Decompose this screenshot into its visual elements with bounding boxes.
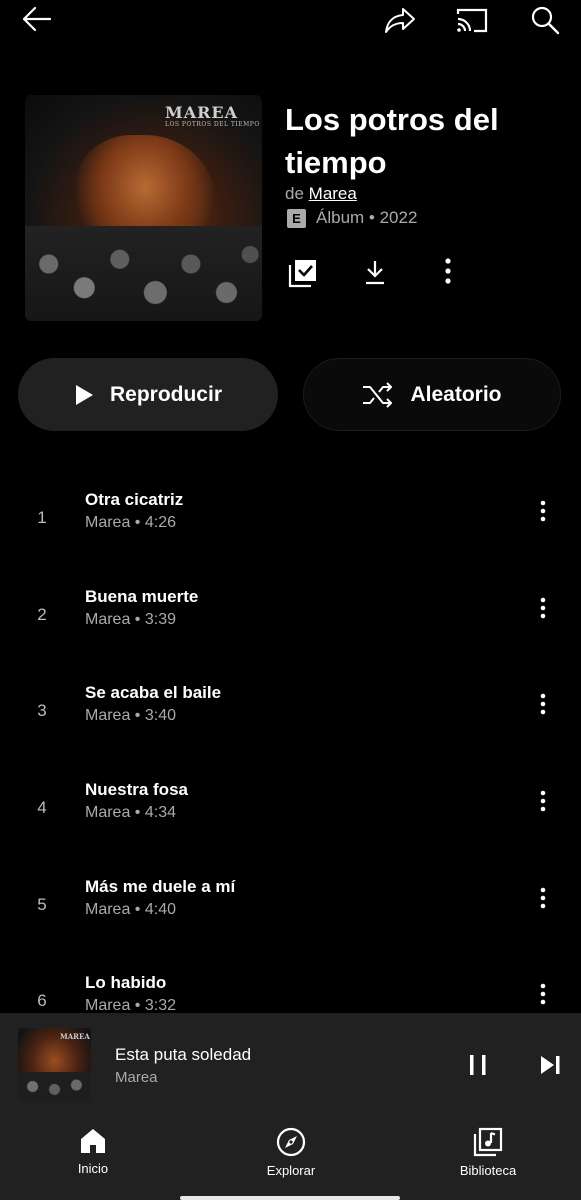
search-button[interactable] xyxy=(528,4,562,36)
more-vertical-icon xyxy=(540,597,546,619)
library-check-icon xyxy=(288,260,316,288)
home-indicator[interactable] xyxy=(180,1196,400,1200)
album-title: Los potros del tiempo xyxy=(285,102,499,180)
arrow-left-icon xyxy=(22,6,52,32)
compass-icon xyxy=(276,1127,306,1157)
track-number: 1 xyxy=(37,508,47,527)
track-title: Lo habido xyxy=(85,973,167,992)
mini-player[interactable]: MAREA Esta puta soledad Marea xyxy=(0,1013,581,1115)
cover-art-ground xyxy=(25,226,262,321)
shuffle-label: Aleatorio xyxy=(410,382,502,406)
more-vertical-icon xyxy=(540,790,546,812)
cover-art-ground xyxy=(18,1071,91,1101)
search-icon xyxy=(531,6,560,35)
track-more-button[interactable] xyxy=(530,885,556,911)
track-number: 6 xyxy=(37,991,47,1010)
track-title: Buena muerte xyxy=(85,587,199,606)
album-type-year: Álbum • 2022 xyxy=(316,208,418,227)
download-icon xyxy=(366,261,384,285)
album-more-button[interactable] xyxy=(435,256,461,286)
mini-player-artist: Marea xyxy=(115,1069,158,1086)
track-title: Más me duele a mí xyxy=(85,877,236,896)
more-vertical-icon xyxy=(540,983,546,1005)
shuffle-button[interactable]: Aleatorio xyxy=(303,358,561,431)
nav-item-explore[interactable]: Explorar xyxy=(231,1127,351,1178)
track-title: Nuestra fosa xyxy=(85,780,188,799)
back-button[interactable] xyxy=(20,4,54,34)
cover-subtitle: LOS POTROS DEL TIEMPO xyxy=(165,121,260,128)
home-icon xyxy=(81,1129,105,1153)
album-meta: E Álbum • 2022 xyxy=(287,208,417,228)
next-track-button[interactable] xyxy=(534,1049,566,1081)
track-more-button[interactable] xyxy=(530,691,556,717)
track-row[interactable]: 3 Se acaba el baile Marea • 3:40 xyxy=(0,683,581,743)
track-more-button[interactable] xyxy=(530,595,556,621)
top-bar xyxy=(0,0,581,40)
track-title: Se acaba el baile xyxy=(85,683,222,702)
album-cover: MAREA LOS POTROS DEL TIEMPO xyxy=(25,95,262,321)
track-subtitle: Marea • 4:34 xyxy=(85,804,176,821)
more-vertical-icon xyxy=(540,693,546,715)
track-number: 3 xyxy=(37,701,47,720)
mini-player-cover: MAREA xyxy=(18,1028,91,1101)
track-more-button[interactable] xyxy=(530,498,556,524)
play-label: Reproducir xyxy=(109,382,222,406)
mini-player-title: Esta puta soledad xyxy=(115,1045,252,1064)
cast-button[interactable] xyxy=(454,4,490,36)
track-more-button[interactable] xyxy=(530,981,556,1007)
nav-item-home[interactable]: Inicio xyxy=(33,1127,153,1176)
track-subtitle: Marea • 3:39 xyxy=(85,611,176,628)
track-row[interactable]: 2 Buena muerte Marea • 3:39 xyxy=(0,587,581,647)
track-number: 5 xyxy=(37,895,47,914)
artist-link[interactable]: Marea xyxy=(309,184,357,203)
share-icon xyxy=(385,8,415,33)
share-button[interactable] xyxy=(382,4,418,36)
library-music-icon xyxy=(473,1127,503,1157)
save-to-library-button[interactable] xyxy=(286,256,320,290)
track-subtitle: Marea • 4:26 xyxy=(85,514,176,531)
track-number: 2 xyxy=(37,605,47,624)
more-vertical-icon xyxy=(445,258,451,284)
play-button[interactable]: Reproducir xyxy=(18,358,278,431)
track-row[interactable]: 4 Nuestra fosa Marea • 4:34 xyxy=(0,780,581,840)
cast-icon xyxy=(456,8,488,33)
play-icon xyxy=(75,384,93,405)
track-number: 4 xyxy=(37,798,47,817)
pause-button[interactable] xyxy=(462,1049,494,1081)
album-artist-line: de Marea xyxy=(285,184,357,204)
track-more-button[interactable] xyxy=(530,788,556,814)
track-title: Otra cicatriz xyxy=(85,490,184,509)
pause-icon xyxy=(470,1055,486,1075)
track-row[interactable]: 5 Más me duele a mí Marea • 4:40 xyxy=(0,877,581,937)
shuffle-icon xyxy=(363,381,393,408)
track-subtitle: Marea • 3:40 xyxy=(85,707,176,724)
more-vertical-icon xyxy=(540,887,546,909)
nav-item-library[interactable]: Biblioteca xyxy=(428,1127,548,1178)
cover-band-logo: MAREA xyxy=(60,1032,90,1041)
explicit-badge: E xyxy=(287,208,306,228)
more-vertical-icon xyxy=(540,500,546,522)
nav-label-home: Inicio xyxy=(77,1161,109,1176)
download-button[interactable] xyxy=(360,256,390,288)
nav-label-explore: Explorar xyxy=(266,1163,316,1178)
track-subtitle: Marea • 4:40 xyxy=(85,901,176,918)
skip-next-icon xyxy=(541,1056,560,1074)
artist-prefix: de xyxy=(285,184,304,203)
nav-label-library: Biblioteca xyxy=(459,1163,517,1178)
cover-band-logo: MAREA xyxy=(165,103,239,122)
bottom-nav: Inicio Explorar Biblioteca xyxy=(0,1115,581,1200)
track-row[interactable]: 1 Otra cicatriz Marea • 4:26 xyxy=(0,490,581,550)
